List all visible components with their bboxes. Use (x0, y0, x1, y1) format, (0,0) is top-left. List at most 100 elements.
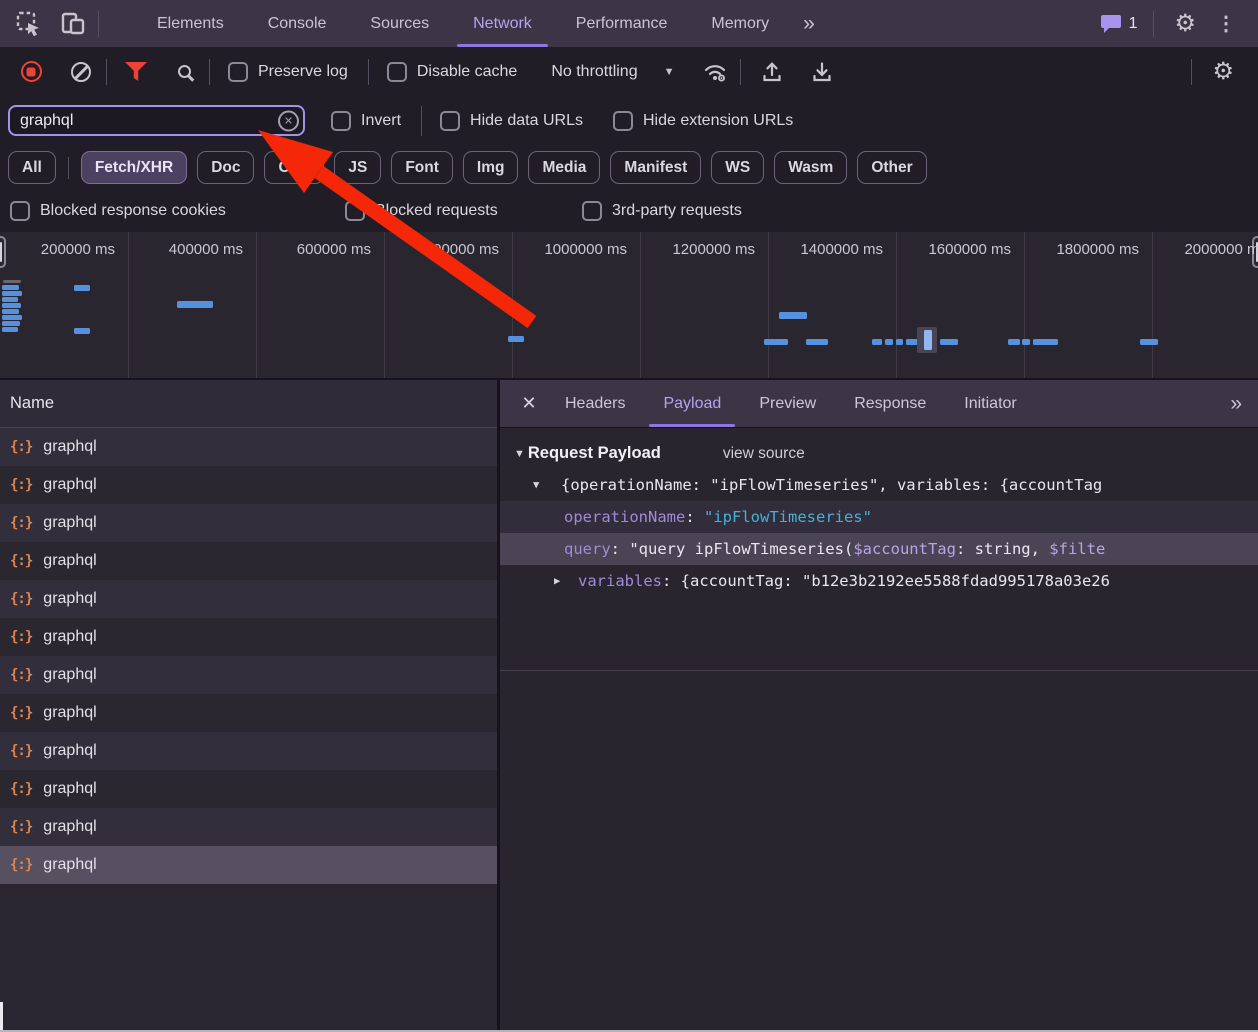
timeline-tick-label: 1800000 ms (1029, 241, 1139, 258)
payload-tree-row[interactable]: ▼{operationName: "ipFlowTimeseries", var… (500, 469, 1258, 501)
import-har-icon[interactable] (757, 57, 787, 87)
filter-input[interactable] (8, 105, 305, 136)
messages-count: 1 (1129, 15, 1138, 33)
hide-data-urls-checkbox-group[interactable]: Hide data URLs (440, 111, 583, 131)
detail-more-tabs-icon[interactable]: » (1218, 392, 1258, 416)
disable-cache-checkbox[interactable] (387, 62, 407, 82)
waterfall-bar (2, 309, 19, 314)
table-row[interactable]: {:}graphql (0, 694, 497, 732)
hide-extension-urls-checkbox-group[interactable]: Hide extension URLs (613, 111, 793, 131)
timeline-tick-label: 2000000 ms (1157, 241, 1258, 258)
disable-cache-checkbox-group[interactable]: Disable cache (387, 62, 518, 82)
json-braces-icon: {:} (10, 743, 32, 759)
search-icon[interactable] (169, 57, 199, 87)
clear-filter-icon[interactable]: ✕ (278, 110, 299, 131)
waterfall-bar (2, 303, 21, 308)
chip-js[interactable]: JS (334, 151, 381, 184)
tab-performance[interactable]: Performance (554, 0, 690, 47)
hide-extension-urls-checkbox[interactable] (613, 111, 633, 131)
name-column-header[interactable]: Name (0, 380, 497, 428)
chip-all[interactable]: All (8, 151, 56, 184)
collapse-triangle-icon[interactable]: ▼ (514, 448, 525, 460)
chip-css[interactable]: CSS (264, 151, 324, 184)
chip-media[interactable]: Media (528, 151, 600, 184)
request-type-chips: All Fetch/XHR Doc CSS JS Font Img Media Manifest… (0, 145, 1258, 190)
chip-wasm[interactable]: Wasm (774, 151, 847, 184)
invert-label: Invert (361, 112, 401, 130)
chip-img[interactable]: Img (463, 151, 519, 184)
checkbox[interactable] (582, 201, 602, 221)
console-messages-badge[interactable]: 1 (1100, 13, 1138, 34)
table-row[interactable]: {:}graphql (0, 732, 497, 770)
preserve-log-label: Preserve log (258, 63, 348, 81)
hide-data-urls-checkbox[interactable] (440, 111, 460, 131)
checkbox-label: Blocked requests (375, 202, 498, 220)
table-row[interactable]: {:}graphql (0, 466, 497, 504)
checkbox-label: 3rd-party requests (612, 202, 742, 220)
preserve-log-checkbox[interactable] (228, 62, 248, 82)
table-row[interactable]: {:}graphql (0, 580, 497, 618)
payload-tree-row[interactable]: query: "query ipFlowTimeseries($accountT… (500, 533, 1258, 565)
checkbox-group-blocked-response-cookies[interactable]: Blocked response cookies (10, 201, 226, 221)
chip-font[interactable]: Font (391, 151, 453, 184)
more-tabs-icon[interactable]: » (791, 12, 825, 36)
preserve-log-checkbox-group[interactable]: Preserve log (228, 62, 348, 82)
checkbox-group-blocked-requests[interactable]: Blocked requests (345, 201, 498, 221)
table-row[interactable]: {:}graphql (0, 504, 497, 542)
table-row[interactable]: {:}graphql (0, 618, 497, 656)
throttling-dropdown[interactable]: No throttling ▼ (551, 63, 674, 81)
network-conditions-icon[interactable] (700, 57, 730, 87)
table-row[interactable]: {:}graphql (0, 542, 497, 580)
chip-ws[interactable]: WS (711, 151, 764, 184)
tab-elements[interactable]: Elements (135, 0, 246, 47)
close-detail-icon[interactable]: ✕ (512, 393, 546, 414)
tab-console[interactable]: Console (246, 0, 349, 47)
clear-network-log-button[interactable] (66, 57, 96, 87)
chip-manifest[interactable]: Manifest (610, 151, 701, 184)
kebab-menu-icon[interactable]: ⋮ (1206, 11, 1246, 36)
detail-tab-payload[interactable]: Payload (644, 380, 740, 427)
invert-checkbox-group[interactable]: Invert (331, 111, 401, 131)
checkbox-group-3rd-party-requests[interactable]: 3rd-party requests (582, 201, 742, 221)
record-network-log-button[interactable] (16, 57, 46, 87)
chevron-down-icon: ▼ (664, 66, 675, 78)
waterfall-bar (1022, 339, 1030, 345)
settings-gear-icon[interactable]: ⚙ (1164, 12, 1206, 36)
waterfall-bar (74, 285, 90, 291)
invert-checkbox[interactable] (331, 111, 351, 131)
collapsed-triangle-icon[interactable]: ▶ (554, 565, 560, 597)
timeline-gridline (384, 232, 385, 378)
table-row[interactable]: {:}graphql (0, 808, 497, 846)
export-har-icon[interactable] (807, 57, 837, 87)
chip-fetch-xhr[interactable]: Fetch/XHR (81, 151, 187, 184)
payload-tree-row[interactable]: ▶variables: {accountTag: "b12e3b2192ee55… (500, 565, 1258, 597)
detail-tab-preview[interactable]: Preview (740, 380, 835, 427)
detail-tab-response[interactable]: Response (835, 380, 945, 427)
device-toolbar-icon[interactable] (58, 9, 88, 39)
chip-other[interactable]: Other (857, 151, 926, 184)
table-row[interactable]: {:}graphql (0, 770, 497, 808)
inspect-element-icon[interactable] (14, 9, 44, 39)
waterfall-bar (3, 280, 21, 283)
tab-sources[interactable]: Sources (348, 0, 451, 47)
table-row[interactable]: {:}graphql (0, 846, 497, 884)
tab-memory[interactable]: Memory (689, 0, 791, 47)
tab-network[interactable]: Network (451, 0, 554, 47)
checkbox[interactable] (10, 201, 30, 221)
detail-tab-initiator[interactable]: Initiator (945, 380, 1035, 427)
timeline-tick-label: 600000 ms (261, 241, 371, 258)
timeline-gridline (640, 232, 641, 378)
table-row[interactable]: {:}graphql (0, 656, 497, 694)
payload-tree-row[interactable]: operationName: "ipFlowTimeseries" (500, 501, 1258, 533)
detail-tabbar: ✕ HeadersPayloadPreviewResponseInitiator… (500, 380, 1258, 428)
network-overview-timeline[interactable]: 200000 ms400000 ms600000 ms800000 ms1000… (0, 232, 1258, 380)
checkbox[interactable] (345, 201, 365, 221)
table-row[interactable]: {:}graphql (0, 428, 497, 466)
detail-tab-headers[interactable]: Headers (546, 380, 644, 427)
network-settings-gear-icon[interactable]: ⚙ (1202, 60, 1244, 84)
chip-doc[interactable]: Doc (197, 151, 254, 184)
expanded-triangle-icon[interactable]: ▼ (533, 469, 539, 501)
view-source-link[interactable]: view source (723, 445, 805, 463)
json-braces-icon: {:} (10, 439, 32, 455)
filter-funnel-icon[interactable] (121, 57, 151, 87)
